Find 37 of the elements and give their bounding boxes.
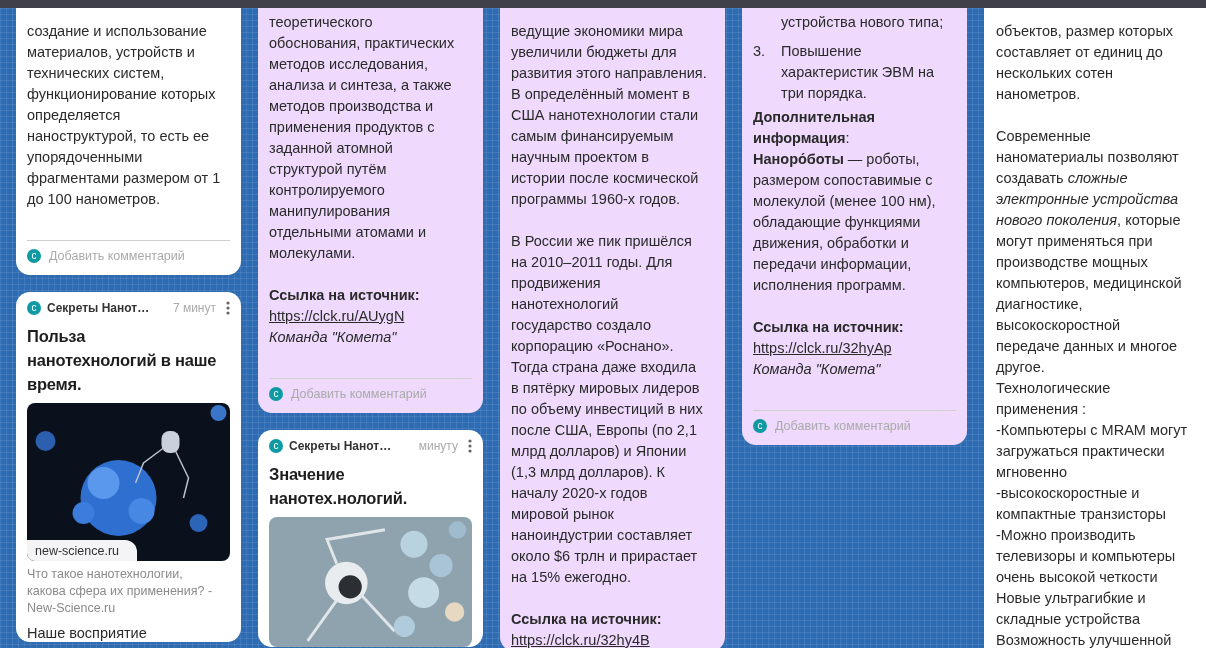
body-text: создание и использование материалов, устройств и технических систем, функционирование которых определяется наноструктурой, то есть ее упорядоченными фрагментами размером от 1 до 100 нанометров.: [27, 22, 222, 209]
post-time: минуту: [418, 439, 458, 453]
avatar: с: [27, 301, 41, 315]
source-link[interactable]: https://clck.ru/32hy4B: [511, 630, 650, 648]
source-domain: new-science.ru: [27, 540, 138, 561]
avatar: с: [27, 249, 41, 263]
list-item-text: Повышение характеристик ЭВМ на три порядка.: [781, 42, 935, 103]
author-name: Секреты Нанот…: [47, 301, 150, 315]
list-number: 3.: [753, 42, 767, 61]
body-text: ведущие экономики мира увеличили бюджеты для развития этого направления. В определённый момент в США нанотехнологии стали самым финансируемым научным проектом в истории после космической программы 1960-х годов.: [511, 22, 708, 209]
source-label: Ссылка на источник:: [269, 286, 421, 305]
signature-text: Команда "Комета": [269, 328, 398, 347]
post-time: 7 минут: [172, 301, 216, 315]
source-link[interactable]: https://clck.ru/AUygN: [269, 306, 405, 327]
source-link[interactable]: https://clck.ru/32hyAp: [753, 338, 892, 359]
body-text: Дополнительная информация: Наноро́боты — роботы, размером сопоставимые с молекулой (менее 100 нм), обладающие функциями движения, обработки и передачи информации, исполнения программ.: [753, 108, 937, 295]
body-text: Наше восприятие: [27, 625, 148, 642]
body-text: Современные наноматериалы позволяют создавать сложные электронные устройства нового поколения, которые могут применяться при производстве мощных компьютеров, медицинской диагностике, высокоскоростной передаче данных и многое другое. Технологические применения : -Компьютеры с MRAM могут загружаться практически мгновенно -высокоскоростные и компактные транзисторы -Можно производить телевизоры и компьютеры очень высокой четкости Новые ультрагибкие и складные устройства Возможность улучшенной: [996, 127, 1189, 648]
body-text: В России же пик пришёлся на 2010–2011 годы. Для продвижения нанотехнологий государство создало корпорацию «Роснано». Тогда страна даже входила в пятёрку мировых лидеров по объему инвестиций в них после США, Европы (по 2,1 млрд долларов) и Японии (1,3 млрд долларов). К началу 2020-х годов мировой рынок наноиндустрии составляет около $6 трлн и прирастает на 15% ежегодно.: [511, 232, 704, 587]
comment-field[interactable]: Добавить комментарий: [775, 419, 945, 433]
source-label: Ссылка на источник:: [511, 610, 663, 629]
card-title: Значение нанотех.нологий.: [269, 464, 409, 509]
comment-field[interactable]: Добавить комментарий: [49, 249, 219, 263]
signature-text: Команда "Комета": [753, 360, 882, 379]
avatar: с: [269, 439, 283, 453]
source-label: Ссылка на источник:: [753, 318, 905, 337]
list-item-text: устройства нового типа;: [780, 13, 945, 32]
card-title: Польза нанотехнологий в наше время.: [27, 326, 218, 395]
comment-field[interactable]: Добавить комментарий: [291, 387, 461, 401]
more-icon[interactable]: [468, 439, 472, 453]
body-text: теоретического обоснования, практических методов исследования, анализа и синтеза, а также методов производства и применения продуктов с заданной атомной структурой путём контролируемого манипулирования отдельными атомами и молекулами.: [269, 13, 456, 263]
avatar: с: [753, 419, 767, 433]
body-text: объектов, размер которых составляет от единиц до нескольких сотен нанометров.: [996, 22, 1175, 104]
image-caption: Что такое нанотехнологии, какова сфера их применения? - New-Science.ru: [27, 566, 214, 617]
author-name: Секреты Нанот…: [289, 439, 392, 453]
more-icon[interactable]: [226, 301, 230, 315]
avatar: с: [269, 387, 283, 401]
